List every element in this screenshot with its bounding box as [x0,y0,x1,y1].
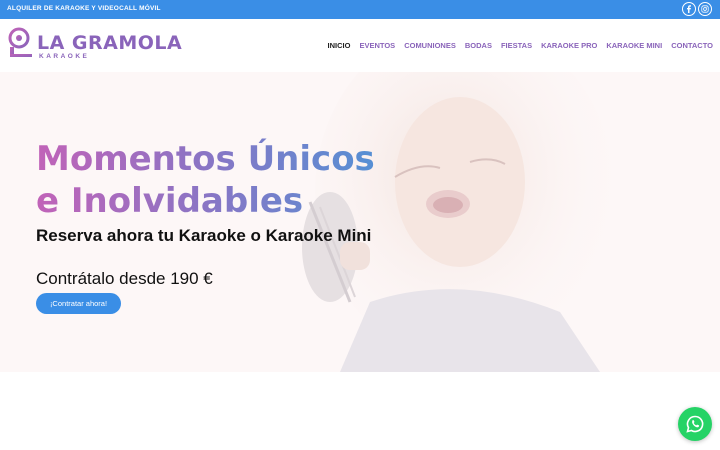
top-bar-tagline: ALQUILER DE KARAOKE Y VIDEOCALL MÓVIL [7,5,161,12]
hero-subtitle: Reserva ahora tu Karaoke o Karaoke Mini [36,226,372,245]
nav-item-karaoke-pro[interactable]: KARAOKE PRO [541,41,597,50]
main-nav: INICIO EVENTOS COMUNIONES BODAS FIESTAS … [319,41,713,50]
instagram-icon [701,5,709,13]
hero-title-line-1: Momentos Únicos [36,139,375,179]
facebook-link[interactable] [682,2,696,16]
contratar-button[interactable]: ¡Contratar ahora! [36,293,121,314]
instagram-link[interactable] [698,2,712,16]
logo-name: LA GRAMOLA [37,32,183,54]
nav-item-comuniones[interactable]: COMUNIONES [404,41,456,50]
nav-item-eventos[interactable]: EVENTOS [359,41,395,50]
logo-link[interactable]: LA GRAMOLA KARAOKE [7,27,182,63]
nav-item-inicio[interactable]: INICIO [328,41,351,50]
logo-subtitle: KARAOKE [39,53,90,60]
hero-section: Momentos Únicos e Inolvidables Reserva a… [0,72,720,372]
singer-photo [302,72,615,372]
hero-price: Contrátalo desde 190 € [36,269,213,288]
top-bar: ALQUILER DE KARAOKE Y VIDEOCALL MÓVIL [0,0,720,19]
whatsapp-button[interactable] [678,407,712,441]
nav-item-bodas[interactable]: BODAS [465,41,492,50]
gramophone-logo-icon [8,27,32,57]
hero-title: Momentos Únicos e Inolvidables [36,138,396,222]
whatsapp-icon [686,415,704,433]
nav-item-fiestas[interactable]: FIESTAS [501,41,532,50]
nav-item-karaoke-mini[interactable]: KARAOKE MINI [606,41,662,50]
nav-item-contacto[interactable]: CONTACTO [671,41,713,50]
hero-title-line-2: e Inolvidables [36,181,304,221]
facebook-icon [687,5,691,13]
